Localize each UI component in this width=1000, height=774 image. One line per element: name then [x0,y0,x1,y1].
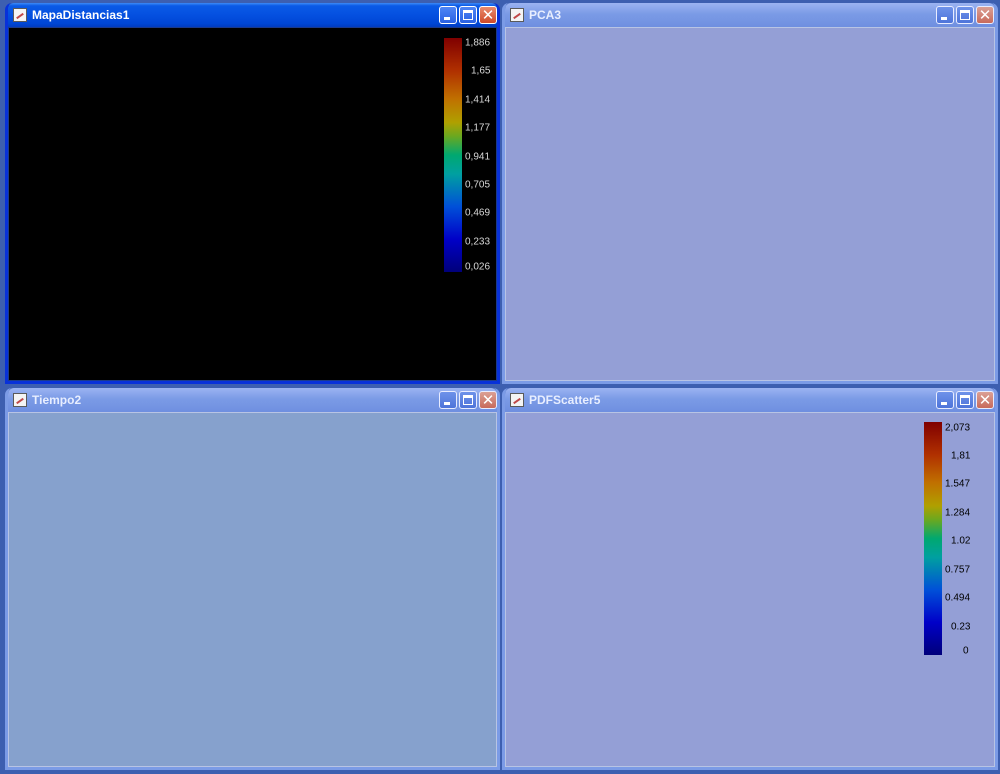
scale-label: 0,705 [465,179,491,191]
color-scale-bar [924,422,942,655]
scale-label: 1.02 [951,535,971,547]
scale-label: 1.547 [945,478,971,490]
scale-label: 0,941 [465,151,491,163]
window-title: PDFScatter5 [529,393,601,407]
scale-label: 0.757 [945,564,971,576]
scale-label: 0 [963,645,969,657]
scale-label: 1,177 [465,122,491,134]
chart-window-icon[interactable] [13,8,27,22]
scale-label: 1,886 [465,37,491,49]
maximize-button[interactable] [956,391,974,409]
maximize-icon [960,10,970,20]
pdf-scatter-window[interactable]: PDFScatter5 ✕ 2,073 1,81 1.547 1.284 1.0… [502,388,998,770]
mapa-distancias-titlebar[interactable]: MapaDistancias1 ✕ [8,3,497,27]
scale-label: 0,469 [465,207,491,219]
minimize-button[interactable] [936,6,954,24]
tiempo-titlebar[interactable]: Tiempo2 ✕ [8,388,497,412]
chart-window-icon[interactable] [13,393,27,407]
tiempo-window[interactable]: Tiempo2 ✕ [5,388,500,770]
chart-window-icon[interactable] [510,8,524,22]
pca-window[interactable]: PCA3 ✕ [502,3,998,384]
mapa-distancias-window[interactable]: MapaDistancias1 ✕ 1,886 1,65 1,414 1,177… [5,3,500,384]
maximize-button[interactable] [956,6,974,24]
minimize-icon [941,402,947,405]
window-title: Tiempo2 [32,393,82,407]
tiempo-canvas[interactable] [8,412,497,767]
maximize-icon [960,395,970,405]
scale-label: 0.494 [945,592,971,604]
maximize-icon [463,395,473,405]
chart-window-icon[interactable] [510,393,524,407]
pdf-scatter-titlebar[interactable]: PDFScatter5 ✕ [505,388,995,412]
window-title: PCA3 [529,8,562,22]
color-scale-bar [444,38,462,272]
distance-map-canvas[interactable]: 1,886 1,65 1,414 1,177 0,941 0,705 0,469… [8,27,497,381]
minimize-icon [444,402,450,405]
minimize-icon [444,17,450,20]
mdi-desktop: MapaDistancias1 ✕ 1,886 1,65 1,414 1,177… [0,0,1000,774]
scale-label: 1,414 [465,94,491,106]
minimize-icon [941,17,947,20]
scale-label: 0,026 [465,261,491,273]
pdf-scatter-canvas[interactable]: 2,073 1,81 1.547 1.284 1.02 0.757 0.494 … [505,412,995,767]
close-button[interactable]: ✕ [479,6,497,24]
maximize-button[interactable] [459,6,477,24]
close-icon: ✕ [481,6,495,24]
pca-canvas[interactable] [505,27,995,381]
scale-label: 1.284 [945,507,971,519]
close-button[interactable]: ✕ [976,6,994,24]
close-button[interactable]: ✕ [976,391,994,409]
scale-label: 1,81 [951,450,971,462]
minimize-button[interactable] [936,391,954,409]
close-icon: ✕ [978,391,992,409]
scale-label: 2,073 [945,422,971,434]
maximize-icon [463,10,473,20]
minimize-button[interactable] [439,6,457,24]
close-icon: ✕ [481,391,495,409]
pca-titlebar[interactable]: PCA3 ✕ [505,3,995,27]
minimize-button[interactable] [439,391,457,409]
close-button[interactable]: ✕ [479,391,497,409]
scale-label: 1,65 [471,65,491,77]
window-title: MapaDistancias1 [32,8,130,22]
close-icon: ✕ [978,6,992,24]
scale-label: 0.23 [951,621,971,633]
maximize-button[interactable] [459,391,477,409]
scale-label: 0,233 [465,236,491,248]
